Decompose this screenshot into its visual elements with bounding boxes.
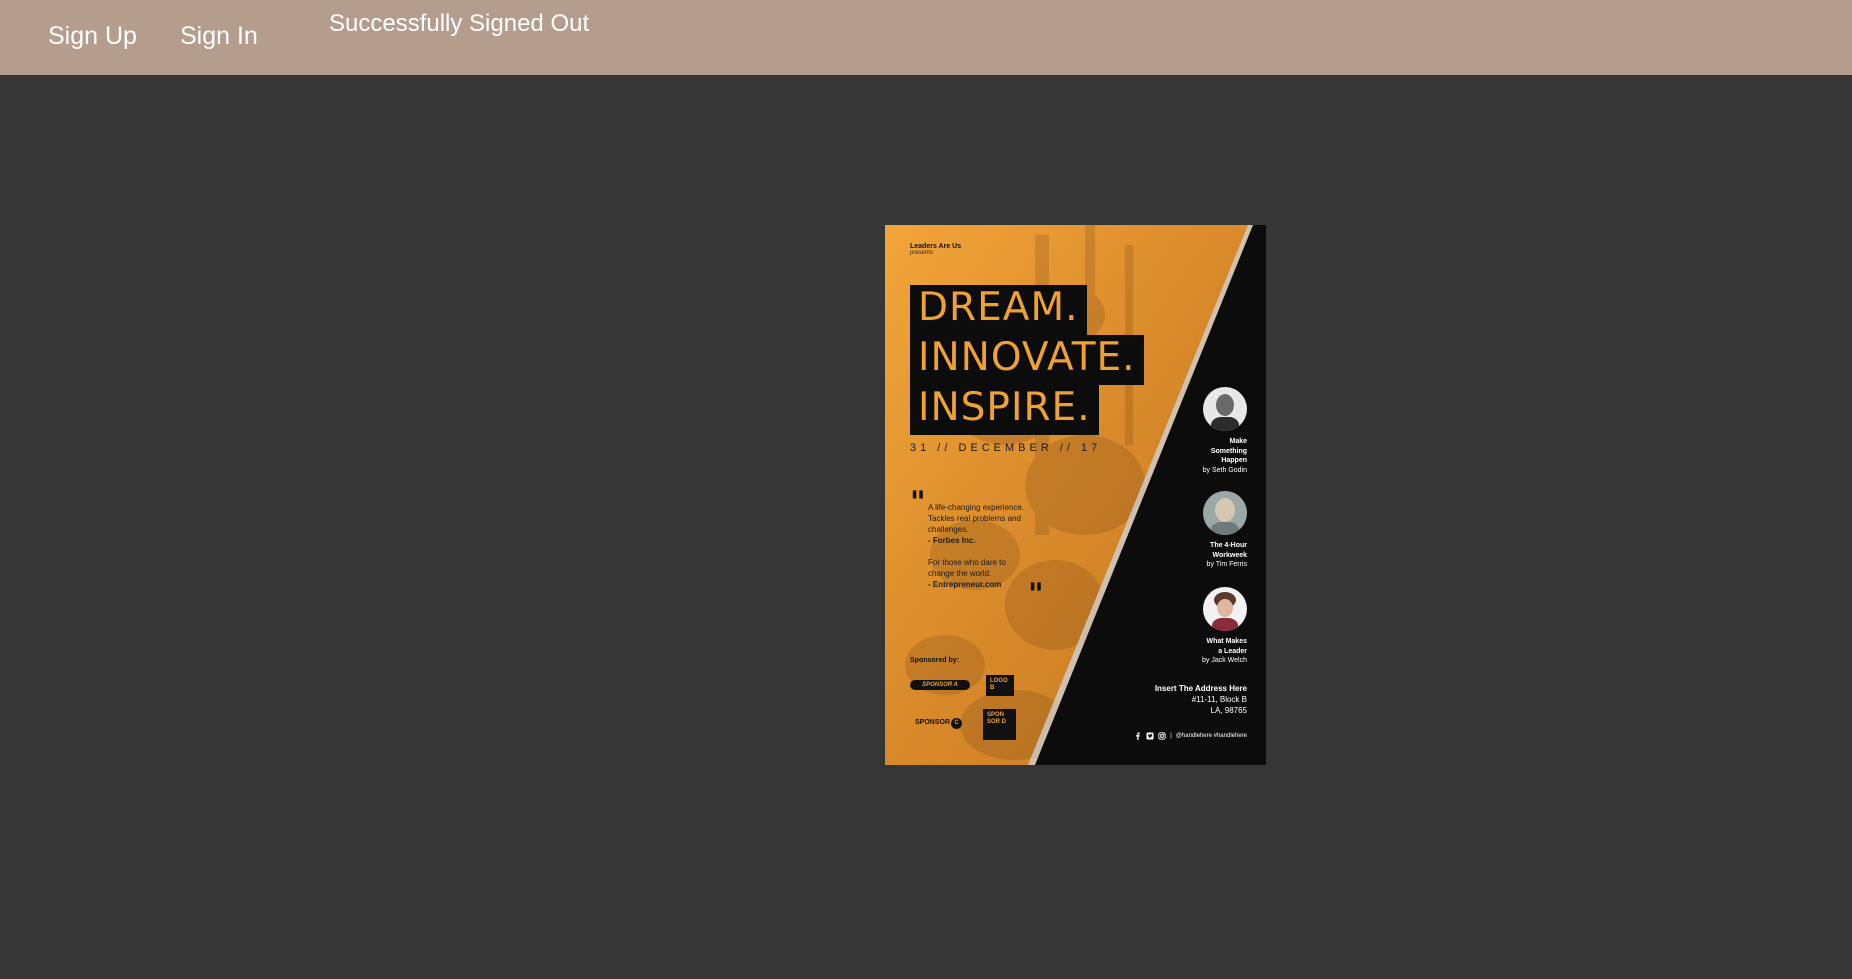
quote-line: change the world. [928, 569, 992, 578]
book-title-line: What Makes [1206, 638, 1247, 645]
status-message: Successfully Signed Out [329, 10, 590, 37]
author-avatar-jack-welch [1203, 587, 1247, 631]
book-author: by Tim Ferris [1206, 561, 1247, 568]
headline-innovate: INNOVATE. [910, 335, 1144, 385]
top-nav-bar: Sign Up Sign In Successfully Signed Out [0, 0, 1852, 75]
instagram-icon [1158, 732, 1166, 740]
quote-line: Tackles real problems and [928, 514, 1021, 523]
book-title-line: a Leader [1218, 647, 1247, 655]
book-title-line: Make [1229, 438, 1247, 445]
social-handles: @handlehere #handlehere [1175, 733, 1247, 739]
address-heading: Insert The Address Here [1154, 684, 1247, 693]
quote-line: A life-changing experience. [928, 503, 1025, 512]
headline-inspire: INSPIRE. [910, 385, 1099, 435]
sign-up-link[interactable]: Sign Up [48, 22, 137, 51]
sponsor-c-label: SPONSOR [915, 719, 951, 726]
event-poster-image: Leaders Are Us presents DREAM. INNOVATE.… [885, 225, 1266, 765]
book-four-hour-workweek: The 4-Hour Workweek by Tim Ferris [1207, 541, 1247, 570]
open-quote-icon: " [910, 485, 926, 520]
presents-label: presents [910, 250, 934, 256]
author-avatar-seth-godin [1203, 387, 1247, 431]
quote-forbes: A life-changing experience. Tackles real… [928, 502, 1024, 546]
book-title-line: Happen [1221, 457, 1247, 464]
sponsored-by-label: Sponsored by: [910, 657, 960, 664]
sponsor-d-logo: SPON SOR D [983, 709, 1016, 740]
book-make-something-happen: Make Something Happen by Seth Godin [1203, 437, 1247, 475]
author-avatar-tim-ferris [1203, 491, 1247, 535]
social-row: | @handlehere #handlehere [1134, 732, 1247, 740]
twitter-icon [1146, 732, 1154, 740]
book-author: by Jack Welch [1202, 657, 1247, 664]
event-address: Insert The Address Here #11-11, Block B … [1155, 683, 1247, 716]
book-title-line: Something [1210, 447, 1247, 455]
quote-source: - Entrepreneur.com [928, 580, 1002, 589]
close-quote-icon: " [1028, 577, 1044, 612]
sponsor-a-logo: SPONSOR A [910, 680, 970, 690]
quote-line: For those who dare to [928, 558, 1006, 567]
facebook-icon [1136, 732, 1141, 740]
book-title-line: Workweek [1212, 551, 1248, 559]
quote-line: challenges. [928, 525, 969, 534]
address-line: LA, 98765 [1210, 706, 1247, 715]
sign-in-link[interactable]: Sign In [180, 22, 258, 51]
book-what-makes-a-leader: What Makes a Leader by Jack Welch [1202, 637, 1247, 666]
quote-source: - Forbes Inc. [928, 536, 976, 545]
social-separator: | [1170, 733, 1172, 739]
book-author: by Seth Godin [1202, 466, 1247, 474]
book-title-line: The 4-Hour [1210, 542, 1247, 549]
quote-entrepreneur: For those who dare to change the world. … [928, 557, 1006, 590]
address-line: #11-11, Block B [1191, 695, 1247, 704]
event-date: 31 // DECEMBER // 17 [910, 442, 1102, 454]
headline-dream: DREAM. [910, 285, 1087, 335]
sponsor-c-badge: C [951, 718, 962, 729]
logo-b: LOGO B [986, 675, 1014, 696]
